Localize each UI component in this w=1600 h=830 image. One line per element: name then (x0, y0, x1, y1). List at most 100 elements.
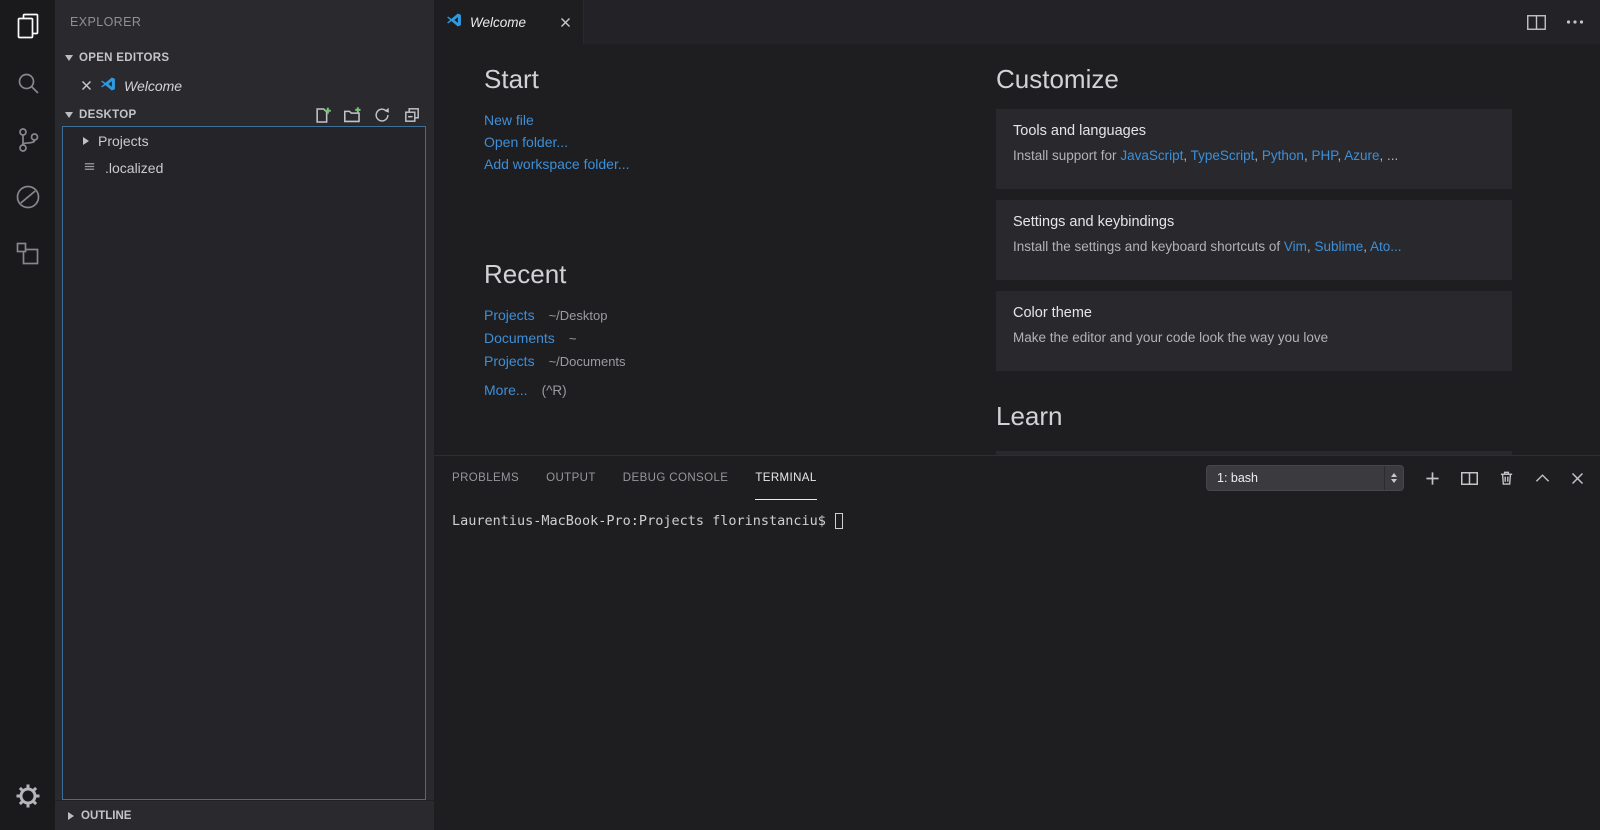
card-inline-link[interactable]: Sublime (1314, 239, 1363, 254)
customize-heading: Customize (996, 64, 1512, 95)
tab-welcome[interactable]: Welcome (434, 0, 584, 44)
search-icon (13, 68, 43, 103)
customize-section: Customize Tools and languages Install su… (996, 64, 1512, 455)
activity-source-control[interactable] (12, 126, 44, 158)
panel-tabs: PROBLEMS OUTPUT DEBUG CONSOLE TERMINAL (452, 456, 817, 500)
more-shortcut-hint: (^R) (542, 380, 567, 402)
card-inline-text: Install support for (1013, 148, 1120, 163)
new-terminal-icon[interactable] (1425, 471, 1440, 486)
file-tree: Projects .localized (62, 126, 426, 800)
card-inline-text: , (1363, 239, 1370, 254)
tree-item-projects[interactable]: Projects (63, 127, 425, 154)
card-inline-link[interactable]: Vim (1284, 239, 1307, 254)
tab-problems[interactable]: PROBLEMS (452, 456, 519, 500)
card-tools-and-languages[interactable]: Tools and languages Install support for … (996, 109, 1512, 189)
terminal-prompt: Laurentius-MacBook-Pro:Projects florinst… (452, 513, 826, 529)
file-icon (83, 160, 96, 176)
terminal-cursor (835, 513, 843, 529)
recent-link[interactable]: Projects (484, 304, 535, 326)
more-actions-icon[interactable] (1566, 19, 1584, 25)
select-arrows-icon (1384, 466, 1403, 490)
collapse-all-icon[interactable] (402, 105, 422, 125)
split-terminal-icon[interactable] (1461, 472, 1478, 485)
activity-bar (0, 0, 55, 830)
activity-settings[interactable] (12, 782, 44, 814)
terminal-output[interactable]: Laurentius-MacBook-Pro:Projects florinst… (434, 500, 1600, 529)
explorer-actions (312, 105, 434, 125)
explorer-sidebar: EXPLORER OPEN EDITORS Welcome DESKTOP (55, 0, 434, 830)
tab-debug-console[interactable]: DEBUG CONSOLE (623, 456, 729, 500)
debug-icon (13, 182, 43, 217)
tree-item-label: Projects (98, 133, 149, 149)
settings-gear-icon (13, 781, 43, 816)
editor-area: Welcome (434, 0, 1600, 455)
close-panel-icon[interactable] (1571, 472, 1584, 485)
outline-label: OUTLINE (81, 810, 131, 822)
activity-extensions[interactable] (12, 240, 44, 272)
chevron-right-icon (68, 812, 74, 820)
activity-search[interactable] (12, 69, 44, 101)
desktop-section-label: DESKTOP (79, 109, 136, 121)
activity-explorer[interactable] (12, 12, 44, 44)
editor-tab-bar: Welcome (434, 0, 1600, 44)
recent-path: ~ (569, 328, 577, 350)
vscode-window: EXPLORER OPEN EDITORS Welcome DESKTOP (0, 0, 1600, 830)
activity-debug[interactable] (12, 183, 44, 215)
tree-item-localized[interactable]: .localized (63, 154, 425, 181)
card-settings-and-keybindings[interactable]: Settings and keybindings Install the set… (996, 200, 1512, 280)
chevron-right-icon (83, 137, 89, 145)
shell-select-value: 1: bash (1217, 471, 1258, 485)
recent-path: ~/Desktop (549, 305, 608, 327)
chevron-down-icon (65, 112, 73, 118)
open-editors-label: OPEN EDITORS (79, 52, 169, 64)
tab-terminal[interactable]: TERMINAL (755, 456, 816, 500)
welcome-page: Start New file Open folder... Add worksp… (434, 44, 1600, 455)
card-title: Settings and keybindings (1013, 214, 1495, 230)
recent-link[interactable]: Projects (484, 350, 535, 372)
tab-output[interactable]: OUTPUT (546, 456, 596, 500)
card-inline-link[interactable]: TypeScript (1191, 148, 1255, 163)
sidebar-title: EXPLORER (55, 0, 434, 44)
card-description: Make the editor and your code look the w… (1013, 329, 1495, 347)
learn-heading: Learn (996, 401, 1512, 432)
vscode-logo-icon (446, 12, 462, 33)
open-editor-item-welcome[interactable]: Welcome (55, 71, 434, 100)
panel-header: PROBLEMS OUTPUT DEBUG CONSOLE TERMINAL 1… (434, 456, 1600, 500)
card-inline-text: Install the settings and keyboard shortc… (1013, 239, 1284, 254)
card-inline-link[interactable]: Python (1262, 148, 1304, 163)
card-inline-text: Make the editor and your code look the w… (1013, 330, 1328, 345)
card-description: Install the settings and keyboard shortc… (1013, 238, 1495, 256)
bottom-panel: PROBLEMS OUTPUT DEBUG CONSOLE TERMINAL 1… (434, 455, 1600, 830)
card-inline-link[interactable]: Ato... (1370, 239, 1402, 254)
open-editor-label: Welcome (124, 78, 182, 94)
card-color-theme[interactable]: Color theme Make the editor and your cod… (996, 291, 1512, 371)
terminal-shell-select[interactable]: 1: bash (1206, 465, 1404, 491)
maximize-panel-icon[interactable] (1535, 473, 1550, 483)
card-inline-link[interactable]: Azure (1344, 148, 1379, 163)
outline-section-header[interactable]: OUTLINE (55, 800, 434, 830)
kill-terminal-icon[interactable] (1499, 470, 1514, 486)
vscode-logo-icon (100, 76, 116, 95)
card-title: Color theme (1013, 305, 1495, 321)
close-icon[interactable] (81, 78, 92, 94)
new-file-icon[interactable] (312, 105, 332, 125)
card-inline-text: , ... (1380, 148, 1399, 163)
recent-path: ~/Documents (549, 351, 626, 373)
more-link[interactable]: More... (484, 379, 528, 401)
close-icon[interactable] (560, 17, 571, 28)
refresh-icon[interactable] (372, 105, 392, 125)
card-inline-text: , (1254, 148, 1262, 163)
chevron-down-icon (65, 55, 73, 61)
card-description: Install support for JavaScript, TypeScri… (1013, 147, 1495, 165)
source-control-icon (13, 125, 43, 160)
tab-label: Welcome (470, 15, 526, 30)
card-inline-link[interactable]: PHP (1311, 148, 1337, 163)
card-inline-link[interactable]: JavaScript (1120, 148, 1183, 163)
editor-toolbar (1527, 0, 1584, 44)
open-editors-header[interactable]: OPEN EDITORS (55, 44, 434, 71)
new-folder-icon[interactable] (342, 105, 362, 125)
explorer-icon (13, 11, 43, 46)
recent-link[interactable]: Documents (484, 327, 555, 349)
terminal-toolbar: 1: bash (1206, 465, 1584, 491)
split-editor-icon[interactable] (1527, 15, 1546, 30)
